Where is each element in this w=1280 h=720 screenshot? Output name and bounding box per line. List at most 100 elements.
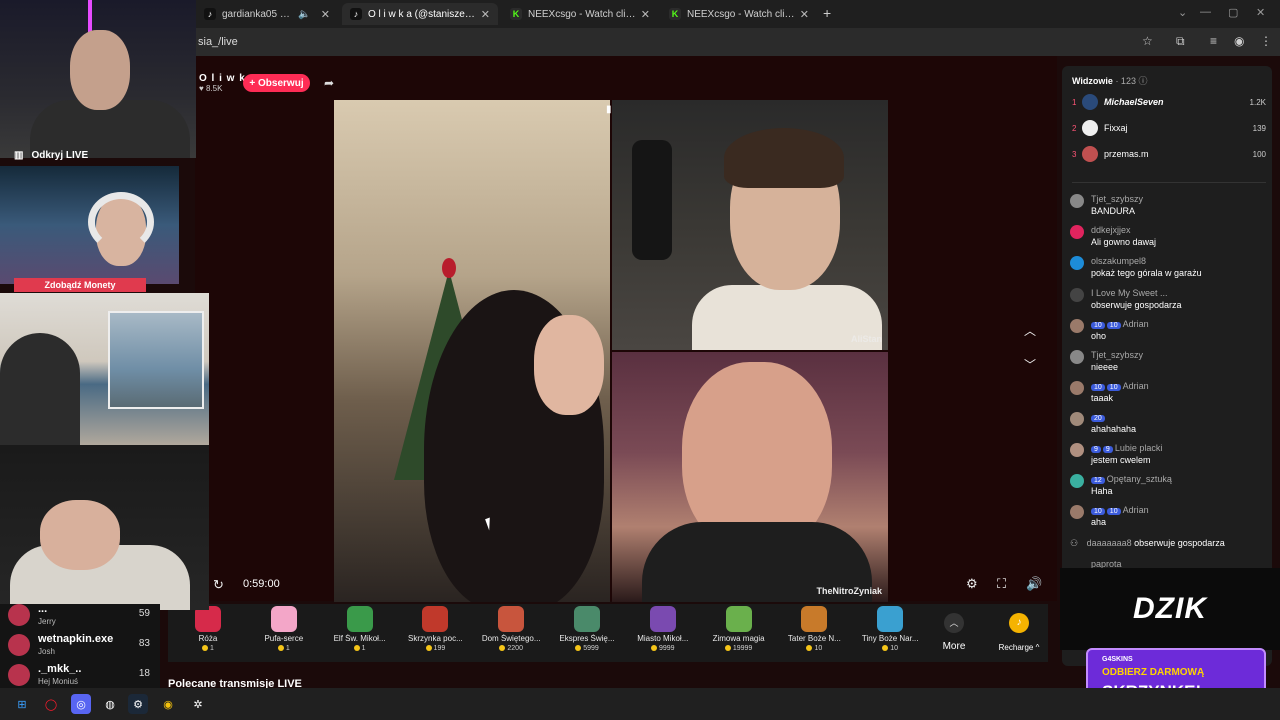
video-feed-host[interactable]: [334, 100, 610, 602]
webcam-overlay-2: [0, 166, 179, 284]
gift-price: 199: [400, 645, 470, 652]
ranking-row[interactable]: 2 Fixxaj 139: [1072, 118, 1266, 138]
previous-live-icon[interactable]: ︿: [1024, 322, 1036, 339]
browser-tab-1[interactable]: ♪ gardianka05 (@gardianka05) ... 🔈 ✕: [196, 3, 338, 25]
tree-bow: [442, 258, 456, 278]
chat-username: Lubie placki: [1114, 443, 1163, 453]
new-tab-button[interactable]: +: [823, 5, 831, 21]
extensions-icon[interactable]: ⧉: [1176, 34, 1185, 49]
browser-tab-2[interactable]: ♪ O l i w k a (@staniszesia_) j ✕: [342, 3, 498, 25]
close-tab-icon[interactable]: ✕: [641, 8, 650, 21]
gift-item[interactable]: Skrzynka poc... 199: [400, 606, 470, 652]
get-coins-banner[interactable]: Zdobądź Monety: [14, 278, 146, 292]
video-feed-guest-1[interactable]: AliStan: [612, 100, 888, 350]
streamer-person: [0, 333, 80, 445]
tab-title: gardianka05 (@gardianka05) ...: [222, 8, 293, 20]
system-message-text: obserwuje gospodarza: [1134, 538, 1225, 548]
menu-kebab-icon[interactable]: ⋮: [1260, 34, 1272, 48]
bookmark-star-icon[interactable]: ☆: [1142, 34, 1153, 48]
settings-app-icon[interactable]: ✲: [188, 694, 208, 714]
gift-item[interactable]: Tiny Boże Nar... 10: [855, 606, 925, 652]
system-message: ⚇ daaaaaaa8 obserwuje gospodarza: [1070, 538, 1225, 549]
gift-price: 19999: [704, 645, 774, 652]
coin-icon: [806, 645, 813, 652]
webcam-overlay-3: [0, 293, 209, 445]
refresh-icon[interactable]: ↻: [213, 577, 224, 593]
viewer-score: 1.2K: [1249, 97, 1266, 107]
coin-icon: [353, 645, 360, 652]
chat-username: ddkejxjjex: [1091, 225, 1131, 235]
gift-price: 10: [779, 645, 849, 652]
chrome-icon[interactable]: ◉: [158, 694, 178, 714]
recharge-label: Recharge: [998, 643, 1034, 652]
ranking-row[interactable]: 3 przemas.m 100: [1072, 144, 1266, 164]
opera-icon[interactable]: ◯: [41, 694, 61, 714]
coin-icon: [277, 645, 284, 652]
gift-item[interactable]: Róża 1: [173, 606, 243, 652]
gift-item[interactable]: Pufa-serce 1: [249, 606, 319, 652]
gift-name: Ekspres Świę...: [559, 634, 615, 643]
gift-item[interactable]: Miasto Mikoł... 9999: [628, 606, 698, 652]
recharge-button[interactable]: ♪ Recharge ^: [994, 613, 1044, 652]
gift-price: 10: [855, 645, 925, 652]
live-list-item[interactable]: ... Jerry 59: [8, 602, 160, 628]
close-tab-icon[interactable]: ✕: [800, 8, 809, 21]
live-list-item[interactable]: ._mkk_.. Hej Moniuś 18: [8, 662, 160, 688]
media-control-icon[interactable]: ≡: [1210, 34, 1217, 48]
browser-tab-3[interactable]: K NEEXcsgo - Watch clips on Kick ✕: [502, 3, 658, 25]
more-gifts-button[interactable]: ︿ More: [937, 613, 971, 652]
windows-start-icon[interactable]: ⊞: [12, 694, 32, 714]
help-icon[interactable]: ⓘ: [1138, 76, 1147, 86]
tab-title: O l i w k a (@staniszesia_) j: [368, 8, 477, 20]
settings-gear-icon[interactable]: ⚙: [966, 576, 978, 592]
follow-button[interactable]: + Obserwuj: [243, 74, 310, 92]
chat-user: I Love My Sweet ...: [1091, 288, 1168, 298]
gift-price-value: 19999: [732, 645, 753, 652]
gift-item[interactable]: Dom Świętego... 2200: [476, 606, 546, 652]
live-list-item[interactable]: wetnapkin.exe Josh 83: [8, 632, 160, 658]
ranking-row[interactable]: 1 MichaelSeven 1.2K: [1072, 92, 1266, 112]
gift-item[interactable]: Ekspres Świę... 5999: [552, 606, 622, 652]
profile-icon[interactable]: ◉: [1234, 34, 1244, 48]
steam-icon[interactable]: ⚙: [128, 694, 148, 714]
live-list-count: 83: [138, 638, 150, 649]
browser-tab-4[interactable]: K NEEXcsgo - Watch clips on Kick ✕: [661, 3, 817, 25]
chat-username: Opętany_sztuką: [1106, 474, 1172, 484]
minimize-icon[interactable]: —: [1200, 6, 1211, 18]
coin-icon: [882, 645, 889, 652]
avatar: [1070, 474, 1084, 488]
fullscreen-icon[interactable]: ⛶: [997, 576, 1006, 592]
maximize-icon[interactable]: ▢: [1228, 6, 1238, 19]
next-live-icon[interactable]: ﹀: [1024, 356, 1036, 373]
odkryj-live-link[interactable]: ▥ Odkryj LIVE: [14, 150, 88, 161]
speaker-icon[interactable]: 🔈: [298, 9, 310, 20]
gift-item[interactable]: Zimowa magia 19999: [704, 606, 774, 652]
chat-username: Adrian: [1122, 381, 1149, 391]
obs-icon[interactable]: ◍: [100, 694, 120, 714]
gift-name: Tater Boże N...: [787, 634, 841, 643]
volume-icon[interactable]: 🔊: [1026, 576, 1042, 592]
close-window-icon[interactable]: ✕: [1256, 6, 1265, 19]
chat-text: ahahahaha: [1091, 424, 1137, 434]
level-badge: 10: [1106, 322, 1121, 329]
close-tab-icon[interactable]: ✕: [481, 8, 490, 21]
chat-text: jestem cwelem: [1091, 455, 1151, 465]
gift-price: 5999: [552, 645, 622, 652]
gift-item[interactable]: Elf Św. Mikoł... 1: [325, 606, 395, 652]
share-icon[interactable]: ➦: [324, 76, 334, 90]
gift-item[interactable]: Tater Boże N... 10: [779, 606, 849, 652]
level-badge: 10: [1091, 322, 1105, 329]
coin-icon: [425, 645, 432, 652]
discord-icon[interactable]: ◎: [71, 694, 91, 714]
tab-search-icon[interactable]: ⌄: [1178, 6, 1187, 19]
gift-name: Zimowa magia: [712, 634, 765, 643]
chat-text: taaak: [1091, 393, 1114, 403]
ranking-divider: [1072, 182, 1266, 183]
close-tab-icon[interactable]: ✕: [321, 8, 330, 21]
gift-price-value: 10: [890, 645, 899, 652]
gift-price: 1: [173, 645, 243, 652]
url-field[interactable]: sia_/live: [198, 36, 238, 48]
tiktok-icon: ♪: [204, 8, 216, 20]
system-message-user: daaaaaaa8: [1086, 538, 1132, 548]
video-feed-guest-2[interactable]: TheNitroZyniak: [612, 352, 888, 602]
